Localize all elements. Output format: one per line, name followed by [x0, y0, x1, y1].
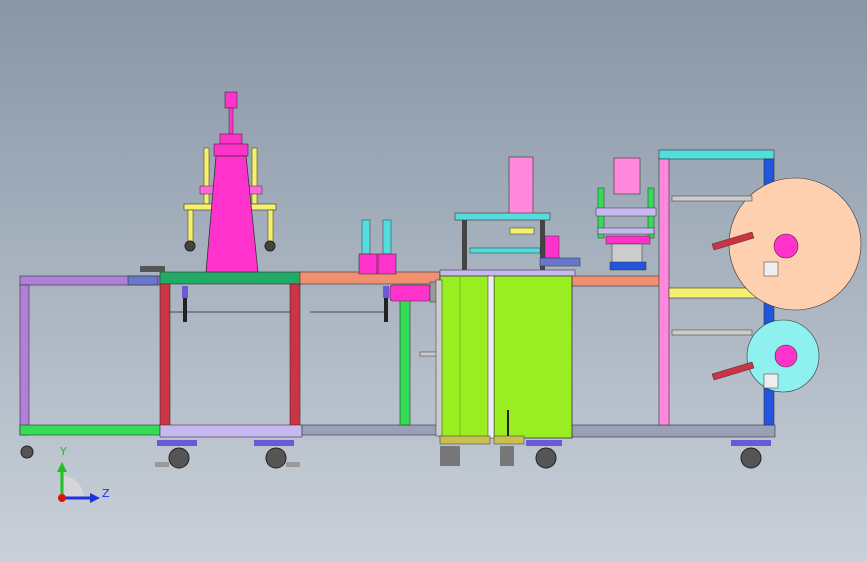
coordinate-triad: Y Z — [57, 445, 110, 503]
origin-dot — [58, 494, 66, 502]
press-tower — [140, 91, 277, 273]
worktable-top — [159, 271, 303, 285]
center-cabinet — [435, 275, 573, 445]
z-axis-label: Z — [102, 487, 110, 500]
machine-drawing: Y Z — [19, 91, 862, 503]
motor — [389, 284, 431, 302]
y-axis-label: Y — [59, 445, 67, 458]
conveyor-belt — [182, 269, 661, 426]
pink-cylinders — [358, 219, 397, 275]
casters — [20, 440, 771, 469]
feeder-mechanism — [454, 156, 581, 270]
cad-viewport[interactable]: Y Z — [0, 0, 867, 562]
right-press — [595, 157, 657, 271]
unwind-tower — [658, 149, 862, 426]
